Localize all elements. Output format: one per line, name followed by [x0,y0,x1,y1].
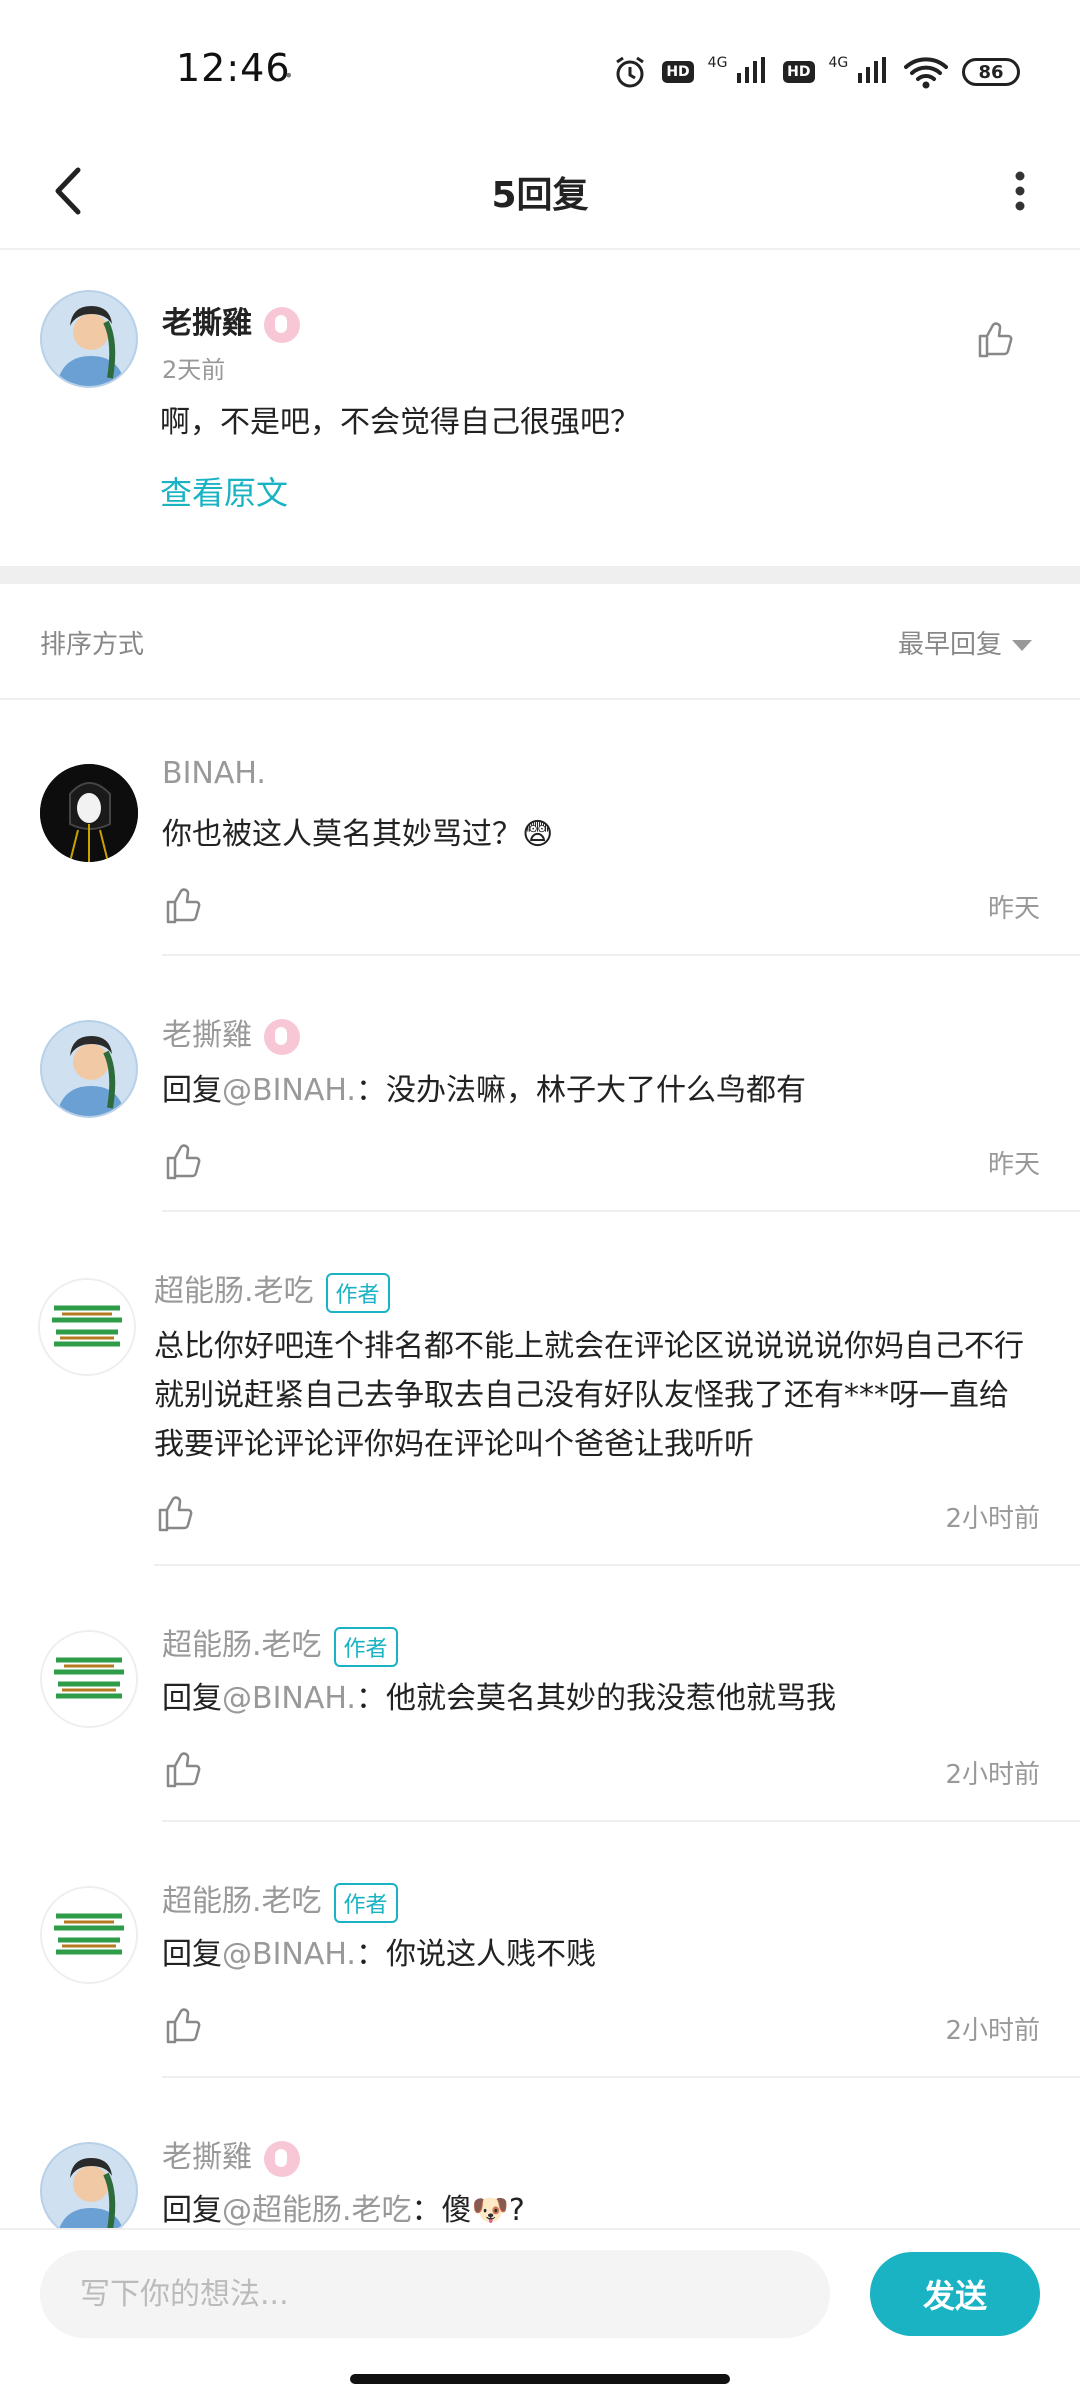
avatar[interactable] [40,1630,138,1728]
more-options-icon[interactable] [990,156,1050,226]
reply-text: 总比你好吧连个排名都不能上就会在评论区说说说说你妈自己不行就别说赶紧自己去争取去… [154,1329,1024,1462]
sort-dropdown[interactable]: 最早回复 [898,624,1032,661]
thumbs-up-icon[interactable] [154,1492,198,1536]
author-badge: 作者 [333,1882,398,1923]
reply-text: 回复@BINAH.：没办法嘛，林子大了什么鸟都有 [162,1073,806,1108]
reply-time: 2小时前 [945,2016,1040,2046]
vip-badge-icon [264,306,300,343]
divider [162,1210,1080,1212]
user-name[interactable]: 老撕雞 [162,1010,300,1055]
user-name[interactable]: 超能肠.老吃 作者 [154,1266,390,1313]
avatar[interactable] [40,1020,138,1118]
reply-time: 昨天 [987,894,1040,924]
comment-input-bar: 发送 [0,2228,1080,2352]
thumbs-up-icon[interactable] [162,1140,206,1184]
vip-badge-icon [264,1018,300,1055]
hd-icon-2: HD [783,61,815,83]
reply-time: 昨天 [987,1150,1040,1180]
user-name[interactable]: BINAH. [162,756,266,791]
divider [162,1820,1080,1822]
send-button[interactable]: 发送 [870,2252,1040,2336]
sort-bar: 排序方式 最早回复 [0,584,1080,700]
thumbs-up-icon[interactable] [162,884,206,928]
comment-input[interactable] [40,2250,830,2338]
user-name[interactable]: 超能肠.老吃 作者 [162,1620,398,1667]
reply-text: 你也被这人莫名其妙骂过？😨 [162,817,554,852]
mention-link[interactable]: @BINAH. [222,1681,356,1716]
thumbs-up-icon[interactable] [162,1748,206,1792]
signal-4g-icon-2: 4G [829,55,891,90]
mention-link[interactable]: @BINAH. [222,1073,356,1108]
divider [162,2076,1080,2078]
avatar[interactable] [40,2142,138,2240]
main-comment: 老撕雞 2天前 啊，不是吧，不会觉得自己很强吧？ 查看原文 [0,252,1080,564]
reply-time: 2小时前 [945,1760,1040,1790]
wifi-icon [904,57,948,89]
avatar[interactable] [40,290,138,388]
vip-badge-icon [264,2140,300,2177]
status-time: 12:46 [176,46,291,90]
page-title: 5回复 [491,175,589,216]
view-original-link[interactable]: 查看原文 [160,468,288,514]
user-name[interactable]: 老撕雞 [162,298,300,343]
user-name[interactable]: 超能肠.老吃 作者 [162,1876,398,1923]
thumbs-up-icon[interactable] [162,2004,206,2048]
status-notification-icon: • [284,66,294,85]
caret-down-icon [1012,640,1032,651]
reply-text: 回复@BINAH.：他就会莫名其妙的我没惹他就骂我 [162,1681,836,1716]
hd-icon: HD [662,61,694,83]
signal-4g-icon: 4G [708,55,770,90]
status-bar: 12:46 • HD 4G HD 4G 86 [0,0,1080,140]
reply-text: 回复@BINAH.：你说这人贱不贱 [162,1937,596,1972]
thumbs-up-icon[interactable] [974,318,1018,362]
author-badge: 作者 [333,1626,398,1667]
author-badge: 作者 [325,1272,390,1313]
top-bar: 5回复 [0,140,1080,250]
sort-label: 排序方式 [40,630,145,660]
avatar[interactable] [40,1886,138,1984]
user-name[interactable]: 老撕雞 [162,2132,300,2177]
divider [154,1564,1080,1566]
alarm-icon [616,56,645,88]
mention-link[interactable]: @超能肠.老吃 [222,2193,412,2228]
section-gap [0,566,1080,584]
status-icons: HD 4G HD 4G 86 [612,52,1020,92]
mention-link[interactable]: @BINAH. [222,1937,356,1972]
home-indicator[interactable] [350,2374,730,2384]
comment-time: 2天前 [162,356,226,384]
reply-time: 2小时前 [945,1504,1040,1534]
divider [162,954,1080,956]
avatar[interactable] [40,764,138,862]
avatar[interactable] [38,1278,136,1376]
comment-text: 啊，不是吧，不会觉得自己很强吧？ [160,405,640,440]
battery-icon: 86 [962,58,1020,86]
